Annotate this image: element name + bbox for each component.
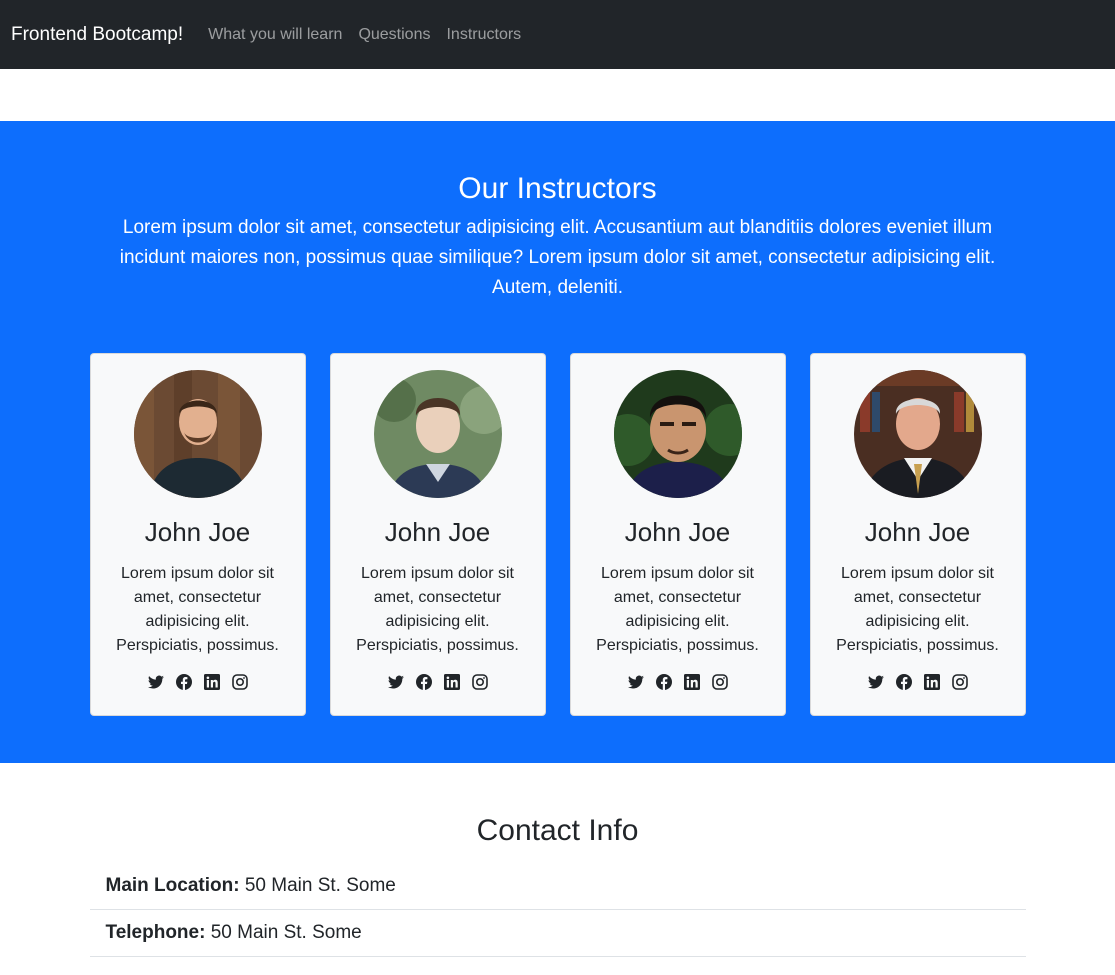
contact-item-telephone: Telephone: 50 Main St. Some bbox=[89, 910, 1026, 957]
facebook-icon[interactable] bbox=[655, 674, 672, 690]
contact-section: Contact Info Main Location: 50 Main St. … bbox=[0, 763, 1115, 957]
contact-value: 50 Main St. Some bbox=[210, 922, 362, 943]
avatar bbox=[373, 370, 502, 498]
instructors-lead: Lorem ipsum dolor sit amet, consectetur … bbox=[119, 217, 996, 298]
instructor-card: John Joe Lorem ipsum dolor sit amet, con… bbox=[329, 353, 546, 716]
contact-label: Telephone: bbox=[105, 922, 206, 943]
facebook-icon[interactable] bbox=[895, 674, 912, 690]
instructor-bio: Lorem ipsum dolor sit amet, consectetur … bbox=[116, 565, 279, 654]
contact-item-location: Main Location: 50 Main St. Some bbox=[89, 863, 1026, 910]
instructor-name: John Joe bbox=[144, 517, 251, 547]
linkedin-icon[interactable] bbox=[203, 674, 220, 690]
brand-link[interactable]: Frontend Bootcamp! bbox=[11, 24, 183, 46]
contact-value: 50 Main St. Some bbox=[244, 875, 396, 896]
instructor-bio: Lorem ipsum dolor sit amet, consectetur … bbox=[356, 565, 519, 654]
contact-list: Main Location: 50 Main St. Some Telephon… bbox=[89, 863, 1026, 957]
instructors-section: Our Instructors Lorem ipsum dolor sit am… bbox=[0, 121, 1115, 763]
instructor-card: John Joe Lorem ipsum dolor sit amet, con… bbox=[809, 353, 1026, 716]
contact-label: Main Location: bbox=[105, 875, 240, 896]
social-links bbox=[627, 674, 728, 690]
facebook-icon[interactable] bbox=[415, 674, 432, 690]
instagram-icon[interactable] bbox=[471, 674, 488, 690]
social-links bbox=[387, 674, 488, 690]
contact-title: Contact Info bbox=[476, 814, 639, 847]
instagram-icon[interactable] bbox=[711, 674, 728, 690]
linkedin-icon[interactable] bbox=[683, 674, 700, 690]
twitter-icon[interactable] bbox=[387, 674, 404, 690]
instructor-name: John Joe bbox=[624, 517, 731, 547]
instructor-bio: Lorem ipsum dolor sit amet, consectetur … bbox=[836, 565, 999, 654]
avatar bbox=[133, 370, 262, 498]
nav-link-instructors[interactable]: Instructors bbox=[446, 26, 521, 44]
avatar bbox=[613, 370, 742, 498]
linkedin-icon[interactable] bbox=[923, 674, 940, 690]
instagram-icon[interactable] bbox=[951, 674, 968, 690]
instagram-icon[interactable] bbox=[231, 674, 248, 690]
facebook-icon[interactable] bbox=[175, 674, 192, 690]
nav-link-questions[interactable]: Questions bbox=[358, 26, 430, 44]
twitter-icon[interactable] bbox=[627, 674, 644, 690]
instructor-card: John Joe Lorem ipsum dolor sit amet, con… bbox=[569, 353, 786, 716]
twitter-icon[interactable] bbox=[147, 674, 164, 690]
instructors-title: Our Instructors bbox=[458, 172, 657, 205]
instructor-name: John Joe bbox=[384, 517, 491, 547]
social-links bbox=[867, 674, 968, 690]
instructor-card: John Joe Lorem ipsum dolor sit amet, con… bbox=[89, 353, 306, 716]
instructor-cards: John Joe Lorem ipsum dolor sit amet, con… bbox=[89, 353, 1026, 716]
twitter-icon[interactable] bbox=[867, 674, 884, 690]
social-links bbox=[147, 674, 248, 690]
instructor-bio: Lorem ipsum dolor sit amet, consectetur … bbox=[596, 565, 759, 654]
instructor-name: John Joe bbox=[864, 517, 971, 547]
nav-link-learn[interactable]: What you will learn bbox=[208, 26, 342, 44]
navbar: Frontend Bootcamp! What you will learn Q… bbox=[0, 0, 1115, 69]
linkedin-icon[interactable] bbox=[443, 674, 460, 690]
avatar bbox=[853, 370, 982, 498]
